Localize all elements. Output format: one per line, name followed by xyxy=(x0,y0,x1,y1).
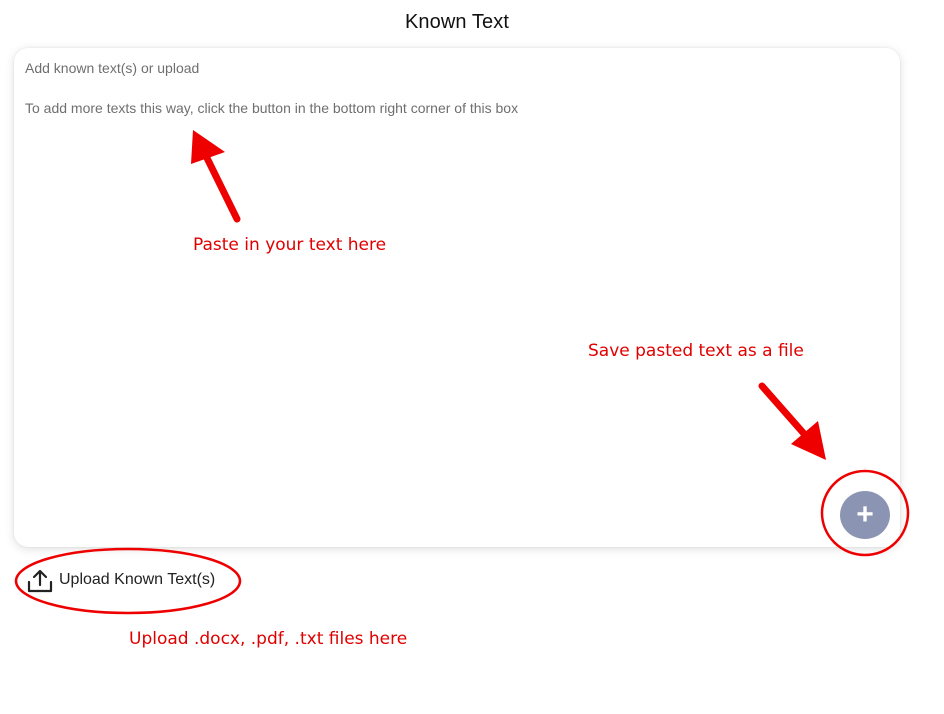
save-hint: Save pasted text as a file xyxy=(588,341,804,361)
placeholder-secondary: To add more texts this way, click the bu… xyxy=(25,100,519,116)
known-text-panel: Known Text Add known text(s) or upload T… xyxy=(0,0,944,714)
upload-icon xyxy=(27,569,53,593)
placeholder-primary: Add known text(s) or upload xyxy=(25,60,200,76)
known-text-input[interactable]: Add known text(s) or upload To add more … xyxy=(14,48,900,547)
upload-hint: Upload .docx, .pdf, .txt files here xyxy=(129,629,408,649)
upload-label: Upload Known Text(s) xyxy=(59,571,216,588)
section-title: Known Text xyxy=(404,11,510,33)
paste-hint: Paste in your text here xyxy=(193,235,387,255)
add-text-button[interactable]: + xyxy=(840,491,890,539)
upload-known-text-button[interactable]: Upload Known Text(s) xyxy=(26,566,215,594)
